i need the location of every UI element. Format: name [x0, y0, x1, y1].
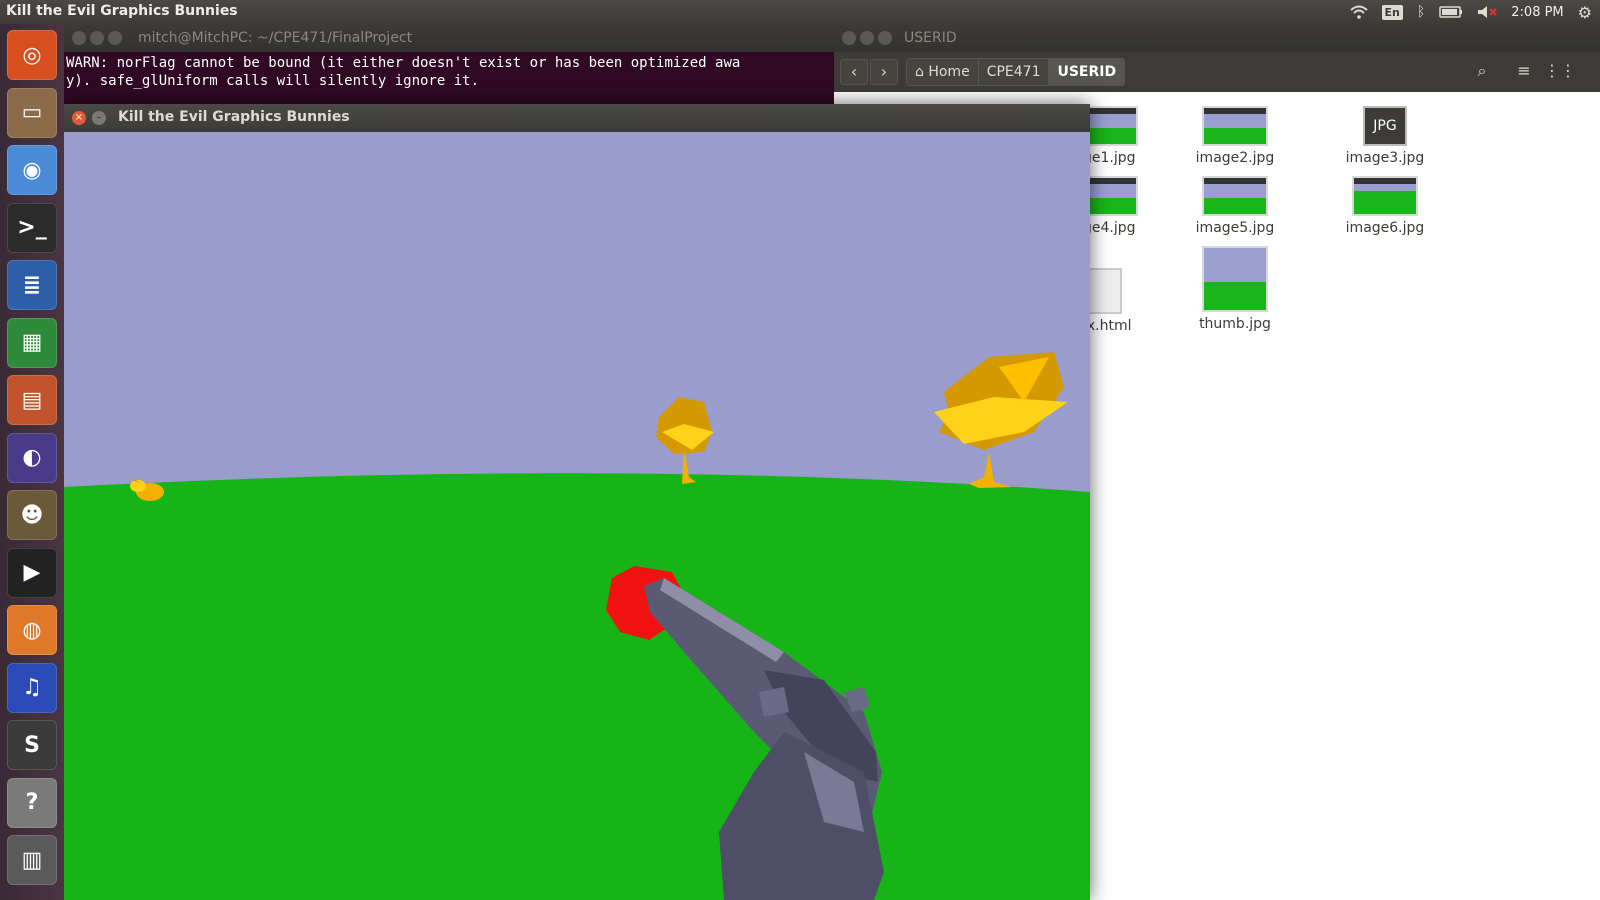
image-thumbnail [1202, 176, 1268, 216]
breadcrumb: ⌂ Home CPE471 USERID [906, 58, 1126, 86]
terminal-minimize-button[interactable] [90, 31, 104, 45]
launcher-ubuntu-dash[interactable]: ◎ [7, 30, 57, 80]
list-view-icon[interactable]: ≡ [1510, 59, 1538, 85]
impress-icon: ▤ [21, 387, 43, 413]
files-maximize-button[interactable] [878, 31, 892, 45]
ubuntu-dash-icon: ◎ [22, 42, 42, 68]
terminal-line: WARN: norFlag cannot be bound (it either… [66, 55, 741, 71]
blender-icon: ◍ [22, 617, 42, 643]
game-titlebar[interactable]: × – Kill the Evil Graphics Bunnies [64, 104, 1090, 132]
launcher-writer[interactable]: ≣ [7, 260, 57, 310]
game-window[interactable]: × – Kill the Evil Graphics Bunnies [64, 104, 1090, 900]
file-manager-title: USERID [904, 30, 957, 46]
file-item-image5[interactable]: image5.jpg [1180, 176, 1290, 236]
terminal-window[interactable]: mitch@MitchPC: ~/CPE471/FinalProject WAR… [64, 24, 834, 114]
keyboard-layout-indicator[interactable]: En [1381, 4, 1403, 20]
sky [64, 132, 1090, 512]
gear-icon[interactable]: ⚙ [1578, 3, 1592, 22]
file-item-image2[interactable]: image2.jpg [1180, 106, 1290, 166]
volume-muted-icon[interactable] [1477, 5, 1497, 19]
launcher-gimp[interactable]: ☻ [7, 490, 57, 540]
file-label: image2.jpg [1195, 150, 1275, 166]
file-label: image3.jpg [1345, 150, 1425, 166]
image-thumbnail [1202, 106, 1268, 146]
file-item-image3[interactable]: JPG image3.jpg [1330, 106, 1440, 166]
writer-icon: ≣ [22, 272, 42, 298]
launcher-video-player[interactable]: ▶ [7, 547, 57, 598]
calc-icon: ▦ [21, 330, 43, 355]
terminal-icon: >_ [17, 215, 47, 240]
file-label: thumb.jpg [1199, 316, 1271, 332]
terminal-line: y). safe_glUniform calls will silently i… [66, 73, 480, 89]
gimp-icon: ☻ [20, 502, 44, 528]
launcher: ◎ ▭ ◉ >_ ≣ ▦ ▤ ◐ ☻ ▶ ◍ ♫ S? ▥ [0, 24, 64, 900]
html-file-icon [1088, 268, 1122, 314]
terminal-titlebar[interactable]: mitch@MitchPC: ~/CPE471/FinalProject [64, 24, 834, 52]
jpg-file-icon: JPG [1363, 106, 1407, 146]
desktop: Kill the Evil Graphics Bunnies En ᛒ 2:08… [0, 0, 1600, 900]
launcher-calc[interactable]: ▦ [7, 317, 57, 368]
battery-icon[interactable] [1439, 6, 1463, 18]
wifi-icon[interactable] [1349, 5, 1368, 19]
help-icon: ? [25, 790, 39, 815]
game-title: Kill the Evil Graphics Bunnies [118, 109, 350, 125]
launcher-impress[interactable]: ▤ [7, 375, 57, 425]
home-icon: ⌂ [915, 64, 929, 80]
breadcrumb-userid[interactable]: USERID [1049, 59, 1125, 85]
game-viewport[interactable] [64, 132, 1090, 900]
terminal-maximize-button[interactable] [108, 31, 122, 45]
launcher-sublime-text[interactable]: S [7, 720, 57, 770]
file-label: image5.jpg [1195, 220, 1275, 236]
top-panel: Kill the Evil Graphics Bunnies En ᛒ 2:08… [0, 0, 1600, 24]
clock[interactable]: 2:08 PM [1511, 5, 1563, 20]
files-minimize-button[interactable] [860, 31, 874, 45]
launcher-audacity[interactable]: ♫ [7, 662, 57, 713]
image-thumbnail [1352, 176, 1418, 216]
launcher-chromium[interactable]: ◉ [7, 145, 57, 195]
terminal-title: mitch@MitchPC: ~/CPE471/FinalProject [138, 30, 413, 46]
ground [64, 473, 1090, 900]
launcher-blender[interactable]: ◍ [7, 605, 57, 655]
breadcrumb-home[interactable]: ⌂ Home [907, 59, 979, 85]
sublime-text-icon: S [24, 732, 40, 758]
game-minimize-button[interactable]: – [92, 111, 106, 125]
audacity-icon: ♫ [22, 675, 42, 700]
launcher-eclipse[interactable]: ◐ [7, 432, 57, 483]
game-close-button[interactable]: × [72, 111, 86, 125]
file-label: image6.jpg [1345, 220, 1425, 236]
forward-button[interactable]: › [870, 59, 898, 85]
terminal-output[interactable]: WARN: norFlag cannot be bound (it either… [64, 52, 834, 92]
indicator-area: En ᛒ 2:08 PM ⚙ [1349, 0, 1592, 24]
active-app-title: Kill the Evil Graphics Bunnies [6, 3, 238, 19]
launcher-files[interactable]: ▭ [7, 87, 57, 138]
bluetooth-icon[interactable]: ᛒ [1417, 4, 1425, 20]
search-icon[interactable]: ⌕ [1468, 59, 1496, 85]
back-button[interactable]: ‹ [840, 59, 868, 85]
breadcrumb-cpe471[interactable]: CPE471 [978, 59, 1050, 85]
image-thumbnail [1202, 246, 1268, 312]
file-item-image6[interactable]: image6.jpg [1330, 176, 1440, 236]
file-item-thumb[interactable]: thumb.jpg [1180, 246, 1290, 332]
file-manager-titlebar[interactable]: USERID [834, 24, 1600, 52]
launcher-trash[interactable]: ▥ [7, 835, 57, 885]
terminal-close-button[interactable] [72, 31, 86, 45]
launcher-help[interactable]: ? [7, 777, 57, 828]
launcher-terminal[interactable]: >_ [7, 202, 57, 253]
chromium-icon: ◉ [22, 157, 42, 183]
file-manager-toolbar: ‹ › ⌂ Home CPE471 USERID ⌕ ≡ ⋮⋮ [834, 52, 1600, 92]
eclipse-icon: ◐ [22, 445, 42, 470]
trash-icon: ▥ [21, 847, 43, 873]
video-player-icon: ▶ [23, 560, 41, 585]
files-close-button[interactable] [842, 31, 856, 45]
files-icon: ▭ [21, 100, 43, 125]
grid-view-icon[interactable]: ⋮⋮ [1544, 59, 1576, 85]
